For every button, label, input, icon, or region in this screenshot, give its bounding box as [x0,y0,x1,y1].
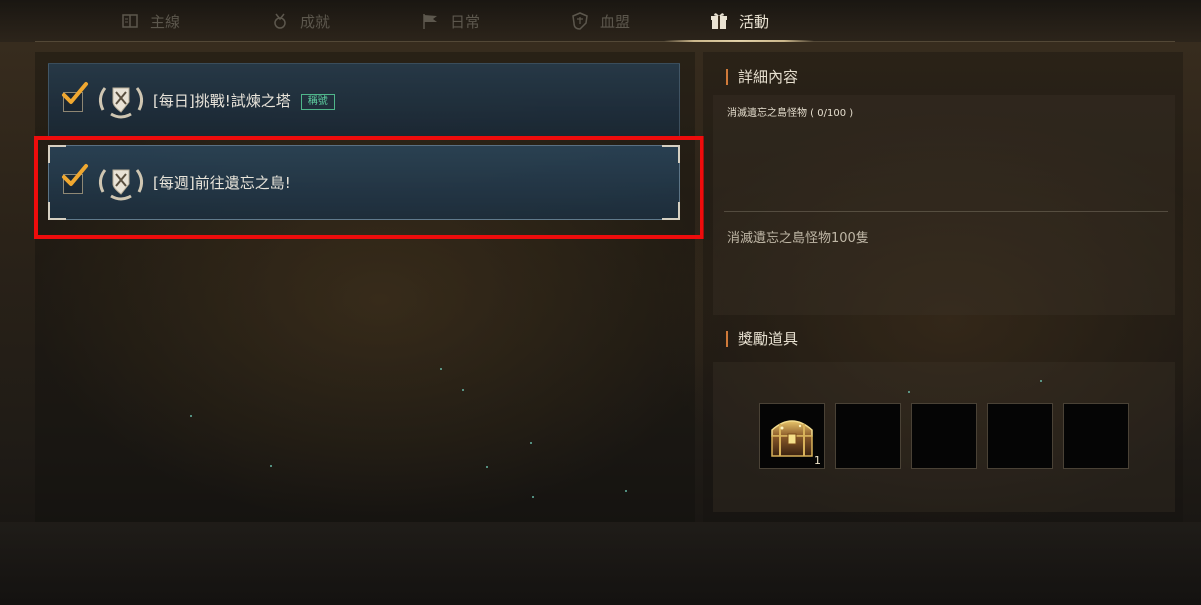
tab-bar: 主線 成就 日常 血盟 活動 [0,0,1201,42]
quest-title-text: [每週]前往遺忘之島! [153,174,291,192]
detail-content-box [713,95,1175,315]
checkmark-icon [62,82,88,104]
quest-title-text: [每日]挑戰!試煉之塔 [153,92,291,110]
header-accent-bar [726,68,728,85]
reward-slot-4[interactable] [987,403,1053,469]
tab-event[interactable]: 活動 [664,0,814,42]
gift-icon [709,11,729,31]
title-reward-badge: 稱號 [300,94,335,110]
reward-slot-3[interactable] [911,403,977,469]
tab-achievement[interactable]: 成就 [225,0,375,42]
book-icon [120,11,140,31]
quest-title: [每日]挑戰!試煉之塔 稱號 [153,90,335,111]
reward-slot-1[interactable]: 1 [759,403,825,469]
sparkle [462,389,464,391]
quest-description: 消滅遺忘之島怪物100隻 [727,231,869,246]
detail-header: 詳細內容 [726,66,798,87]
tab-main-quest[interactable]: 主線 [75,0,225,42]
tab-daily[interactable]: 日常 [375,0,525,42]
sparkle [530,442,532,444]
tab-label: 血盟 [599,12,630,31]
sparkle [270,465,272,467]
tab-bar-divider [35,41,1175,42]
tab-label: 日常 [449,12,480,31]
sparkle [625,490,627,492]
selection-corner [48,145,66,163]
tab-label: 活動 [738,12,769,31]
quest-item-daily[interactable]: [每日]挑戰!試煉之塔 稱號 [48,63,680,138]
medal-icon [270,11,290,31]
detail-header-label: 詳細內容 [738,68,799,86]
selection-corner [662,145,680,163]
reward-slot-2[interactable] [835,403,901,469]
detail-divider [724,211,1168,212]
tab-label: 主線 [149,12,180,31]
reward-header: 獎勵道具 [726,328,798,349]
reward-header-label: 獎勵道具 [738,330,799,348]
quest-emblem-icon [98,169,144,201]
sparkle [190,415,192,417]
sparkle [532,496,534,498]
item-quantity: 1 [814,454,821,467]
quest-progress-text: 消滅遺忘之島怪物 ( 0/100 ) [727,108,854,119]
bottom-strip [0,522,1201,605]
sparkle [908,391,910,393]
quest-item-weekly[interactable]: [每週]前往遺忘之島! [48,145,680,220]
selection-corner [48,202,66,220]
sparkle [440,368,442,370]
header-accent-bar [726,330,728,347]
sparkle [1040,380,1042,382]
shield-icon [570,11,590,31]
selection-corner [662,202,680,220]
sparkle [486,466,488,468]
tab-label: 成就 [299,12,330,31]
tab-clan[interactable]: 血盟 [525,0,675,42]
flag-icon [420,11,440,31]
quest-emblem-icon [98,87,144,119]
checkmark-icon [62,164,88,186]
reward-slot-5[interactable] [1063,403,1129,469]
